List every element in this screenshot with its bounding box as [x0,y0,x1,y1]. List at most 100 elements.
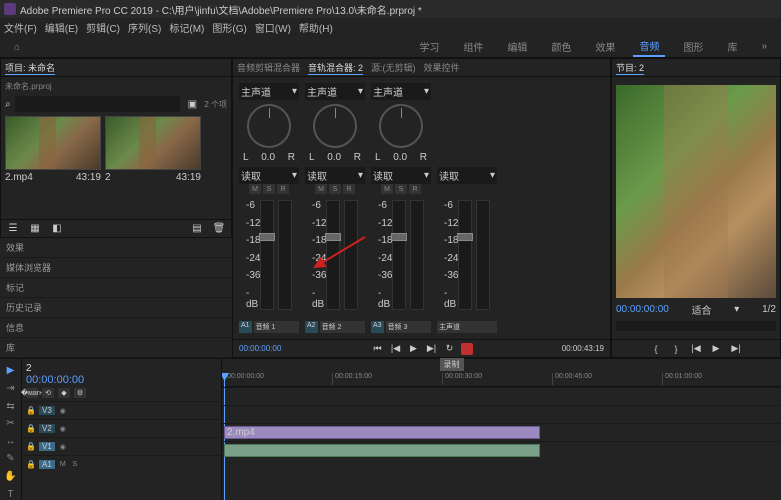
home-icon[interactable]: ⌂ [8,40,22,54]
video-clip[interactable]: 2.mp4 [224,426,540,439]
icon-view-icon[interactable]: ▦ [27,221,43,237]
hand-tool[interactable]: ✋ [4,471,18,483]
menu-file[interactable]: 文件(F) [4,20,37,35]
audio-clip[interactable] [224,444,540,457]
solo-button[interactable]: S [329,184,341,194]
lock-icon[interactable]: 🔒 [26,442,36,451]
ripple-tool[interactable]: ⇆ [4,400,18,412]
volume-fader[interactable] [260,200,274,310]
tab-track-mixer[interactable]: 音轨混合器: 2 [308,61,363,75]
track-name[interactable]: 音频 1 [254,321,299,333]
video-track[interactable]: 🔒V1◉ [22,437,221,455]
play-icon[interactable]: ▶ [407,342,421,356]
volume-fader[interactable] [326,200,340,310]
step-back-icon[interactable]: |◀ [389,342,403,356]
automation-mode[interactable]: 读取▾ [239,167,299,184]
channel-output[interactable]: 主声道▾ [239,83,299,100]
record-button[interactable]: R [409,184,421,194]
tab-clip-mixer[interactable]: 音频剪辑混合器 [237,61,300,74]
workspace-more[interactable]: » [755,39,773,54]
workspace-editing[interactable]: 编辑 [501,37,533,56]
track-name[interactable]: 音频 3 [386,321,431,333]
solo-button[interactable]: S [395,184,407,194]
panel-history[interactable]: 历史记录 [0,298,232,318]
menu-window[interactable]: 窗口(W) [255,20,291,35]
pan-knob[interactable] [379,104,423,148]
track-lane[interactable]: 2.mp4 [222,423,781,441]
volume-fader[interactable] [458,200,472,310]
automation-mode[interactable]: 读取▾ [305,167,365,184]
sequence-name[interactable]: 2 [26,363,32,374]
play-icon[interactable]: ▶ [709,342,723,356]
workspace-graphics[interactable]: 图形 [677,37,709,56]
channel-output[interactable]: 主声道▾ [371,83,431,100]
slip-tool[interactable]: ↔ [4,436,18,448]
project-tab[interactable]: 项目: 未命名 [5,61,55,75]
track-name[interactable]: 主声道 [437,321,497,333]
list-view-icon[interactable]: ☰ [5,221,21,237]
project-clip[interactable]: 2.mp443:19 [5,116,101,183]
program-scrubber[interactable] [616,321,776,331]
go-to-in-icon[interactable]: ⏮ [371,342,385,356]
track-name[interactable]: 音频 2 [320,321,365,333]
video-track[interactable]: 🔒V3◉ [22,401,221,419]
mute-button[interactable]: M [315,184,327,194]
volume-fader[interactable] [392,200,406,310]
type-tool[interactable]: T [4,488,18,500]
project-clip[interactable]: 243:19 [105,116,201,183]
chevron-down-icon[interactable]: ▾ [734,304,739,315]
workspace-audio[interactable]: 音频 [633,36,665,57]
mute-button[interactable]: M [381,184,393,194]
toggle-output-icon[interactable]: ◉ [58,442,68,452]
pan-knob[interactable] [247,104,291,148]
lock-icon[interactable]: 🔒 [26,406,36,415]
tab-source[interactable]: 源:(无剪辑) [371,61,416,74]
record-button[interactable]: R [277,184,289,194]
toggle-output-icon[interactable]: ◉ [58,424,68,434]
workspace-effects[interactable]: 效果 [589,37,621,56]
automation-mode[interactable]: 读取▾ [437,167,497,184]
lock-icon[interactable]: 🔒 [26,424,36,433]
pen-tool[interactable]: ✎ [4,453,18,465]
source-timecode-in[interactable]: 00:00:00:00 [239,344,281,353]
track-select-tool[interactable]: ⇥ [4,383,18,395]
panel-info[interactable]: 信息 [0,318,232,338]
video-track[interactable]: 🔒V2◉ [22,419,221,437]
track-lane[interactable] [222,441,781,459]
record-button[interactable]: R [343,184,355,194]
panel-effects[interactable]: 效果 [0,238,232,258]
menu-sequence[interactable]: 序列(S) [128,20,161,35]
track-lane[interactable] [222,405,781,423]
channel-output[interactable]: 主声道▾ [305,83,365,100]
step-forward-icon[interactable]: ▶| [729,342,743,356]
menu-clip[interactable]: 剪辑(C) [86,20,120,35]
solo-icon[interactable]: S [70,460,80,470]
mark-in-icon[interactable]: { [649,342,663,356]
new-item-icon[interactable]: ▤ [189,221,205,237]
loop-icon[interactable]: ↻ [443,342,457,356]
workspace-assembly[interactable]: 组件 [457,37,489,56]
toggle-output-icon[interactable]: ◉ [58,406,68,416]
panel-libraries[interactable]: 库 [0,338,232,358]
pan-knob[interactable] [313,104,357,148]
new-bin-icon[interactable]: ▣ [184,96,200,112]
lock-icon[interactable]: 🔒 [26,460,36,469]
time-ruler[interactable]: 00:00:00:00 00:00:15:00 00:00:30:00 00:0… [222,359,781,387]
record-toggle[interactable] [461,343,473,355]
mute-icon[interactable]: M [58,460,68,470]
program-tab[interactable]: 节目: 2 [616,61,644,75]
menu-graphics[interactable]: 图形(G) [212,20,246,35]
program-monitor[interactable] [616,85,776,298]
audio-track[interactable]: 🔒A1MS [22,455,221,473]
menu-help[interactable]: 帮助(H) [299,20,333,35]
trash-icon[interactable]: 🗑 [211,221,227,237]
track-lane[interactable] [222,387,781,405]
source-timecode-out[interactable]: 00:00:43:19 [562,344,604,353]
step-back-icon[interactable]: |◀ [689,342,703,356]
workspace-libraries[interactable]: 库 [721,37,743,56]
mark-out-icon[interactable]: } [669,342,683,356]
selection-tool[interactable]: ▶ [4,365,18,377]
panel-media-browser[interactable]: 媒体浏览器 [0,258,232,278]
program-timecode[interactable]: 00:00:00:00 [616,304,669,315]
tab-effect-controls[interactable]: 效果控件 [424,61,460,74]
